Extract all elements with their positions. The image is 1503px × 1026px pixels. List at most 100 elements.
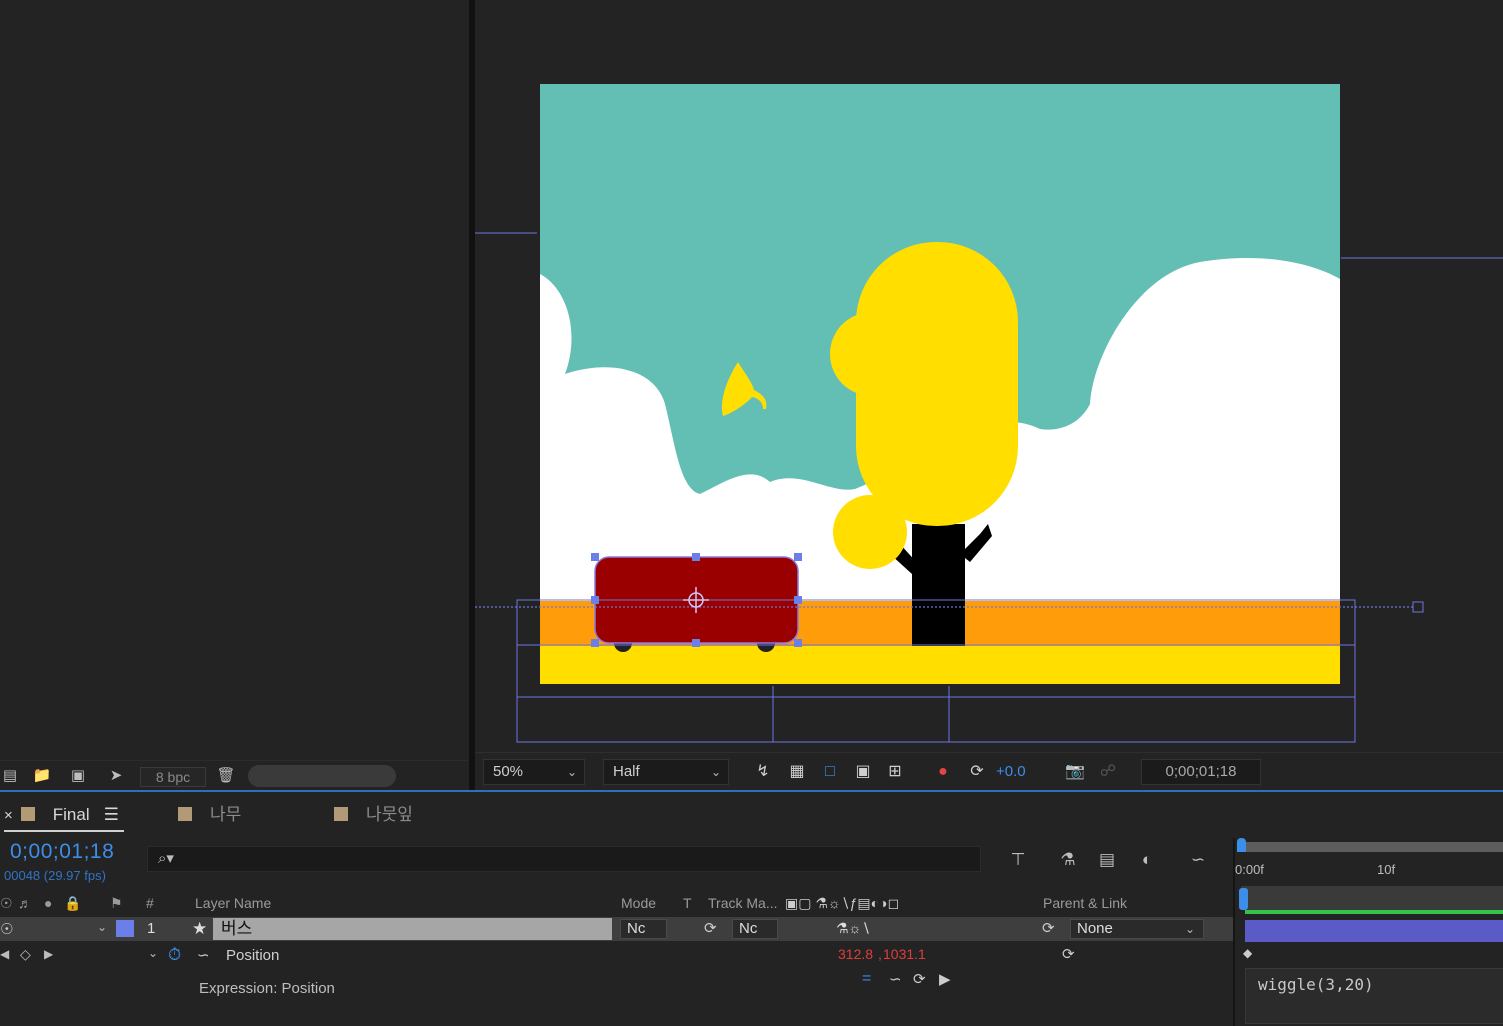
time-ruler[interactable]: 0:00f 10f [1235, 852, 1503, 882]
interpret-footage-icon[interactable]: ▤ [0, 767, 20, 785]
mask-visibility-icon[interactable]: □ [819, 761, 841, 783]
composition-flowchart-icon[interactable]: ⊤ [1005, 848, 1031, 872]
current-time-display[interactable]: 0;00;01;18 [10, 840, 114, 864]
show-snapshot-icon[interactable]: ☍ [1097, 761, 1119, 783]
motion-blur-icon[interactable]: ◐ [1134, 848, 1160, 872]
chevron-down-icon: ⌄ [710, 765, 721, 779]
tab-tree-leaf[interactable]: 나뭇잎 [334, 802, 413, 828]
project-bit-depth[interactable]: 8 bpc [140, 767, 206, 787]
search-icon: ⌕▾ [158, 850, 174, 867]
eye-icon[interactable]: ☉ [0, 920, 13, 938]
expression-language-menu-icon[interactable]: ▶ [939, 970, 951, 988]
parent-pickwhip-icon[interactable]: ⟳ [1062, 945, 1075, 963]
parent-pickwhip-icon[interactable]: ⟳ [1042, 919, 1055, 937]
render-queue-icon[interactable]: ➤ [106, 767, 126, 785]
zoom-dropdown[interactable]: 50% ⌄ [483, 759, 585, 785]
layer-number: 1 [147, 920, 156, 937]
composition-viewer[interactable] [475, 0, 1503, 752]
position-separator: , [878, 946, 882, 962]
exposure-value[interactable]: +0.0 [996, 759, 1026, 785]
tab-final[interactable]: × Final ☰ [4, 802, 119, 828]
resolution-dropdown[interactable]: Half ⌄ [603, 759, 729, 785]
layer-switches-icons[interactable]: ⚗☼∖ [836, 920, 870, 937]
close-icon[interactable]: × [4, 807, 13, 824]
active-tab-indicator [4, 830, 124, 832]
tab-label: 나뭇잎 [366, 805, 413, 824]
region-of-interest-icon[interactable]: ▣ [852, 761, 874, 783]
add-keyframe-icon[interactable]: ◇ [20, 946, 31, 963]
bus-layer-overlay[interactable] [475, 0, 1503, 752]
column-parent-link[interactable]: Parent & Link [1043, 895, 1127, 911]
ruler-mark: 10f [1377, 862, 1396, 877]
time-graph[interactable]: 0:00f 10f ◆ wiggle(3,20) [1233, 838, 1503, 1026]
position-property-row[interactable]: ◀ ◇ ▶ ⌄ ⏱ ∽ Position 312.8 , 1031.1 ⟳ [0, 942, 1233, 968]
track-matte-pickwhip-icon[interactable]: ⟳ [704, 919, 717, 937]
keyframe-icon[interactable]: ◆ [1243, 946, 1252, 960]
switches-icons: ▣▢ ⚗☼∖ƒ▤◐◑◻ [785, 895, 900, 911]
viewer-timecode[interactable]: 0;00;01;18 [1141, 759, 1261, 785]
enable-expression-icon[interactable]: = [862, 970, 871, 988]
frame-info: 00048 (29.97 fps) [4, 868, 106, 883]
column-layer-name[interactable]: Layer Name [195, 895, 271, 911]
track-matte-dropdown[interactable]: Nc [732, 919, 778, 939]
new-folder-icon[interactable]: 📁 [32, 767, 52, 785]
expression-graph-icon[interactable]: ∽ [889, 970, 902, 988]
trash-icon[interactable]: 🗑 [216, 767, 236, 785]
panel-menu-icon[interactable]: ☰ [104, 805, 119, 824]
layer-row[interactable]: ☉ ⌄ 1 ★ 버스 Nc ⟳ Nc ⚗☼∖ ⟳ None ⌄ [0, 917, 1233, 941]
color-channels-icon[interactable]: ● [932, 761, 954, 783]
tab-tree[interactable]: 나무 [178, 802, 241, 828]
stopwatch-icon[interactable]: ⏱ [168, 945, 181, 965]
column-track-matte[interactable]: Track Ma... [708, 895, 778, 911]
playhead-marker[interactable] [1239, 888, 1248, 910]
transparency-grid-icon[interactable]: ▦ [786, 761, 808, 783]
prev-keyframe-icon[interactable]: ◀ [0, 947, 9, 961]
chevron-down-icon: ⌄ [1184, 922, 1195, 936]
chevron-down-icon[interactable]: ⌄ [97, 920, 107, 934]
layer-name-field[interactable]: 버스 [213, 918, 612, 940]
resolution-value: Half [613, 763, 640, 780]
layer-label-color[interactable] [116, 920, 134, 937]
parent-dropdown[interactable]: None ⌄ [1070, 919, 1204, 939]
ruler-start: 0:00f [1235, 862, 1264, 877]
column-mode[interactable]: Mode [621, 895, 656, 911]
layer-duration-bar[interactable] [1245, 920, 1503, 942]
comp-swatch [178, 807, 192, 821]
blend-mode-value: Nc [627, 920, 646, 937]
comp-track [1241, 886, 1503, 910]
shy-layers-icon[interactable]: ⚗ [1055, 848, 1081, 872]
lock-icon[interactable]: 🔒 [64, 895, 81, 912]
parent-value: None [1077, 920, 1113, 937]
audio-icon[interactable]: ♬ [18, 895, 32, 911]
current-time-indicator[interactable] [1237, 838, 1246, 852]
expression-pickwhip-icon[interactable]: ⟳ [913, 970, 926, 988]
tab-label: Final [52, 805, 90, 824]
zoom-value: 50% [493, 763, 524, 780]
label-tag-icon[interactable]: ⚑ [110, 895, 123, 912]
work-area-bar[interactable] [1241, 842, 1503, 852]
comp-swatch [334, 807, 348, 821]
next-keyframe-icon[interactable]: ▶ [44, 947, 53, 961]
project-panel [0, 0, 469, 790]
new-composition-icon[interactable]: ▣ [68, 767, 88, 785]
position-x-value[interactable]: 312.8 [838, 946, 873, 962]
expression-label: Expression: Position [199, 980, 335, 997]
frame-blending-icon[interactable]: ▤ [1094, 848, 1120, 872]
column-number: # [146, 895, 154, 911]
graph-editor-icon[interactable]: ∽ [1185, 848, 1211, 872]
snapshot-camera-icon[interactable]: 📷 [1064, 761, 1086, 783]
property-name: Position [226, 947, 280, 964]
grid-guides-icon[interactable]: ⊞ [884, 761, 906, 783]
chevron-down-icon[interactable]: ⌄ [148, 946, 158, 960]
video-visibility-icon[interactable]: ☉ [0, 895, 13, 912]
fast-previews-icon[interactable]: ↯ [752, 761, 774, 783]
project-scrollbar[interactable] [248, 765, 396, 787]
graph-icon[interactable]: ∽ [197, 946, 210, 964]
layer-search-input[interactable]: ⌕▾ [147, 846, 981, 872]
blend-mode-dropdown[interactable]: Nc [620, 919, 667, 939]
reset-exposure-icon[interactable]: ⟳ [966, 761, 988, 783]
solo-icon[interactable]: ● [44, 895, 52, 911]
position-y-value[interactable]: 1031.1 [883, 946, 926, 962]
timeline-panel: × Final ☰ 나무 나뭇잎 0;00;01;18 00048 (29.97 f… [0, 792, 1503, 1026]
expression-editor[interactable]: wiggle(3,20) [1245, 968, 1503, 1024]
